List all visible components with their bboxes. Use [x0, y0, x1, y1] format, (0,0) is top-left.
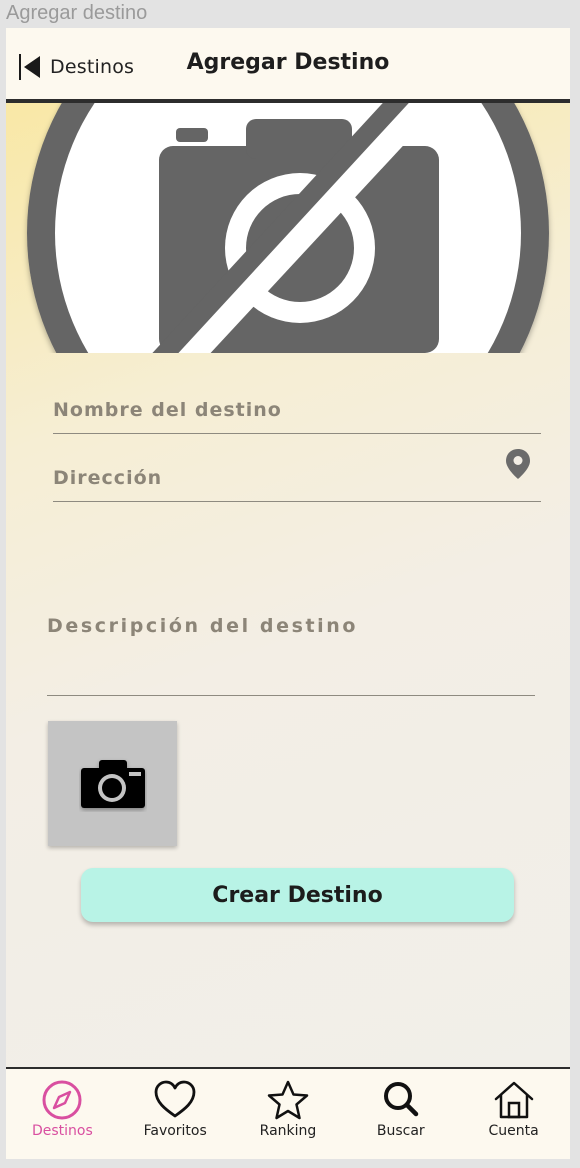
search-icon — [383, 1082, 419, 1117]
app-screen: Destinos Agregar Destino Nombre del dest… — [6, 28, 570, 1159]
tab-ranking[interactable]: Ranking — [232, 1069, 345, 1159]
home-icon — [494, 1081, 533, 1119]
tab-cuenta[interactable]: Cuenta — [457, 1069, 570, 1159]
heart-icon — [154, 1080, 196, 1118]
star-icon — [267, 1080, 309, 1120]
tab-ranking-label: Ranking — [259, 1123, 317, 1139]
top-bar: Destinos Agregar Destino — [6, 28, 570, 103]
window-title: Agregar destino — [6, 2, 148, 24]
tab-buscar[interactable]: Buscar — [344, 1069, 457, 1159]
create-destination-button[interactable]: Crear Destino — [81, 868, 514, 922]
tab-cuenta-label: Cuenta — [488, 1123, 539, 1139]
bottom-tab-bar: Destinos Favoritos Ranking Buscar Cuenta — [6, 1067, 570, 1159]
no-photo-icon[interactable] — [6, 103, 570, 358]
description-placeholder: Descripción del destino — [47, 615, 359, 637]
camera-icon — [80, 759, 145, 808]
destination-name-field[interactable]: Nombre del destino — [53, 399, 541, 434]
destination-name-placeholder: Nombre del destino — [53, 399, 282, 421]
tab-favoritos-label: Favoritos — [143, 1123, 207, 1139]
add-photo-button[interactable] — [48, 721, 177, 846]
tab-destinos[interactable]: Destinos — [6, 1069, 119, 1159]
page-title-text: Agregar Destino — [186, 50, 390, 75]
compass-icon — [42, 1080, 82, 1120]
map-pin-icon[interactable] — [505, 448, 531, 485]
description-field[interactable]: Descripción del destino — [47, 615, 535, 696]
tab-buscar-label: Buscar — [376, 1123, 425, 1139]
tab-favoritos[interactable]: Favoritos — [119, 1069, 232, 1159]
form-area: Nombre del destino Dirección Descripción… — [6, 103, 570, 1068]
address-placeholder: Dirección — [53, 467, 163, 489]
address-field[interactable]: Dirección — [53, 449, 541, 502]
page-title: Agregar Destino — [6, 50, 570, 75]
tab-destinos-label: Destinos — [31, 1123, 93, 1139]
